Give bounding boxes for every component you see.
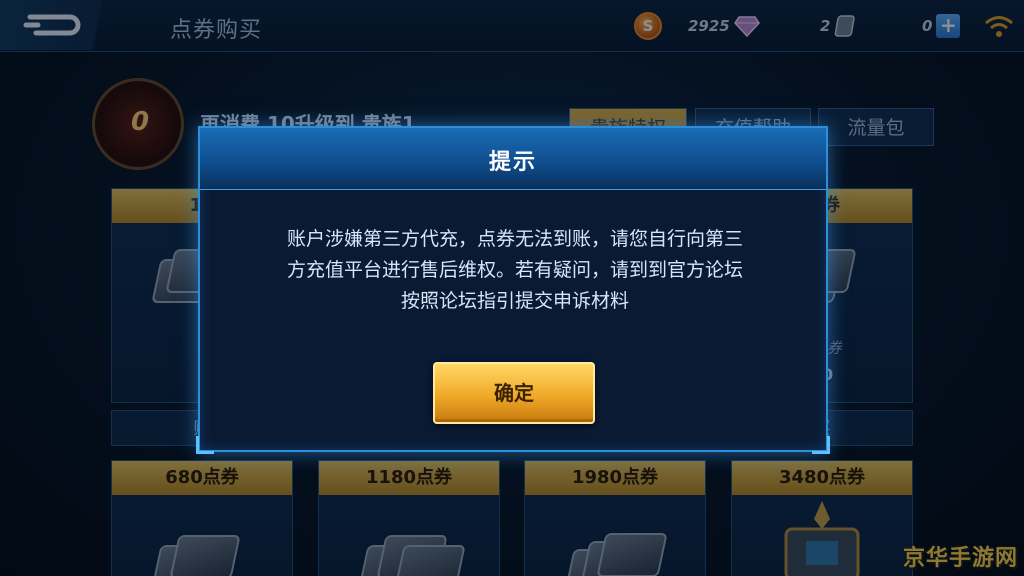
dialog-message-line: 账户涉嫌第三方代充，点券无法到账，请您自行向第三 (286, 228, 743, 250)
notice-dialog: 提示 账户涉嫌第三方代充，点券无法到账，请您自行向第三 方充值平台进行售后维权。… (196, 126, 830, 454)
dialog-corner-decoration (196, 436, 214, 454)
dialog-message: 账户涉嫌第三方代充，点券无法到账，请您自行向第三 方充值平台进行售后维权。若有疑… (220, 224, 810, 317)
dialog-header: 提示 (200, 128, 826, 190)
dialog-title: 提示 (488, 150, 537, 175)
confirm-button[interactable]: 确定 (433, 362, 595, 424)
dialog-message-line: 方充值平台进行售后维权。若有疑问，请到到官方论坛 (286, 259, 743, 281)
dialog-message-line: 按照论坛指引提交申诉材料 (400, 290, 629, 312)
dialog-corner-decoration (812, 436, 830, 454)
